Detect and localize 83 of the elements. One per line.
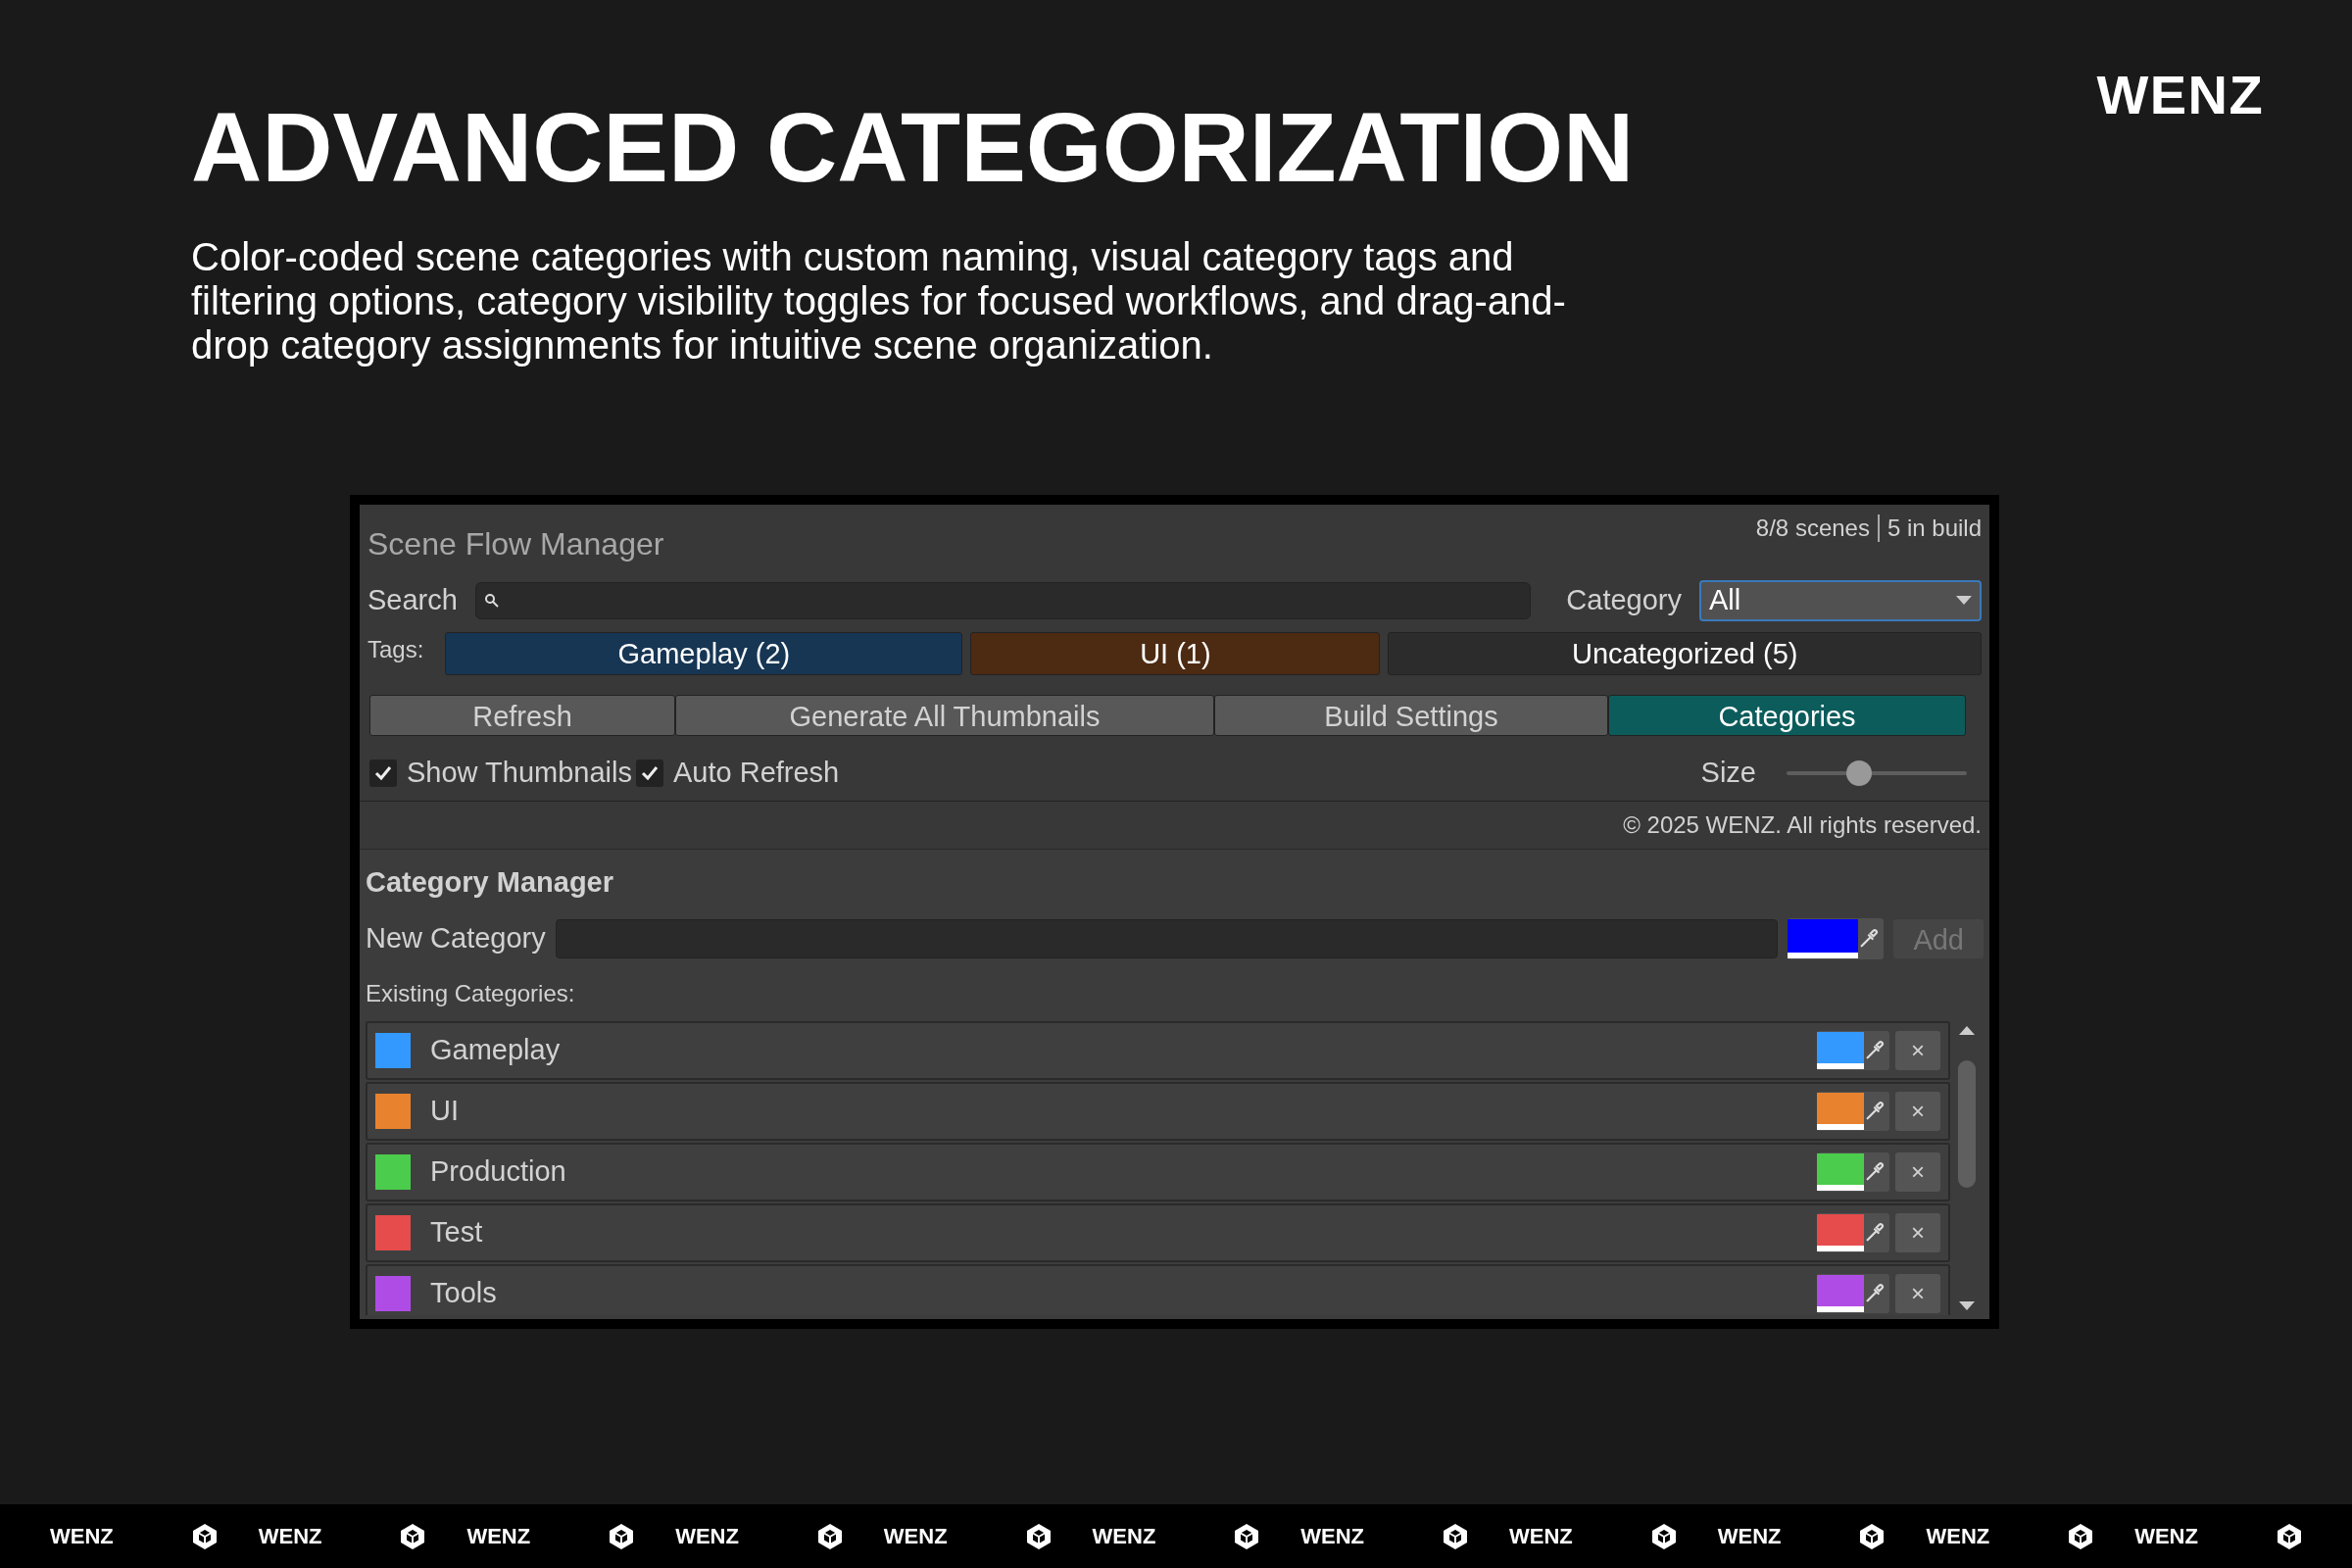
remove-button[interactable]: × [1895, 1212, 1940, 1252]
color-swatch[interactable] [1788, 918, 1859, 958]
cube-logo-icon [1025, 1522, 1052, 1550]
category-name: Test [430, 1214, 484, 1250]
scene-count: 8/8 scenes [1755, 514, 1870, 543]
description: Color-coded scene categories with custom naming, visual category tags and filtering options, category visibility toggles for focused workflows, and drag-and-drop category assignments for intuitive scene organization. [191, 235, 1567, 368]
headline: ADVANCED CATEGORIZATION [191, 98, 1636, 196]
eyedropper-icon[interactable] [1864, 1160, 1886, 1183]
search-field[interactable] [474, 581, 1532, 619]
cube-logo-icon [400, 1522, 426, 1550]
checkbox-label: Show Thumbnails [407, 755, 632, 790]
scrollbar-thumb[interactable] [1958, 1059, 1976, 1188]
new-category-field[interactable] [555, 918, 1779, 958]
search-label: Search [368, 583, 458, 617]
toolbar-button[interactable]: Refresh [369, 694, 675, 736]
remove-button[interactable]: × [1895, 1152, 1940, 1192]
window-title: Scene Flow Manager [368, 525, 664, 564]
cube-logo-icon [816, 1522, 843, 1550]
new-category-label: New Category [366, 921, 546, 956]
caret-icon [1956, 595, 1972, 606]
remove-button[interactable]: × [1895, 1273, 1940, 1313]
build-count: 5 in build [1886, 514, 1982, 543]
footer-logo: WENZ [1717, 1523, 1782, 1550]
footer-logo: WENZ [49, 1523, 114, 1550]
category-row[interactable]: Production × [366, 1142, 1950, 1201]
scroll-down-icon[interactable] [1959, 1300, 1975, 1311]
color-swatch[interactable] [1817, 1152, 1864, 1191]
toolbar-button[interactable]: Build Settings [1214, 694, 1608, 736]
category-label: Category [1566, 583, 1682, 617]
category-row[interactable]: Test × [366, 1202, 1950, 1262]
eyedropper-icon[interactable] [1864, 1282, 1886, 1304]
footer-logo: WENZ [1092, 1523, 1156, 1550]
toolbar-button[interactable]: Categories [1608, 694, 1966, 736]
footer-logo: WENZ [1926, 1523, 1990, 1550]
cube-logo-icon [609, 1522, 635, 1550]
existing-label: Existing Categories: [366, 978, 576, 1008]
footer-logo: WENZ [675, 1523, 739, 1550]
eyedropper-icon[interactable] [1864, 1039, 1886, 1061]
cube-logo-icon [1650, 1522, 1677, 1550]
footer-logo: WENZ [258, 1523, 322, 1550]
footer-logo: WENZ [883, 1523, 948, 1550]
toolbar-button[interactable]: Generate All Thumbnails [675, 694, 1214, 736]
checkbox-label: Auto Refresh [673, 755, 840, 790]
footer-logo: WENZ [1509, 1523, 1573, 1550]
cube-logo-icon [2068, 1522, 2094, 1550]
cube-logo-icon [2276, 1522, 2302, 1550]
tag-filter[interactable]: Uncategorized (5) [1388, 631, 1982, 675]
cube-logo-icon [191, 1522, 218, 1550]
checkbox[interactable] [636, 759, 663, 787]
color-swatch[interactable] [1817, 1092, 1864, 1130]
category-row[interactable]: Tools × [366, 1263, 1950, 1315]
search-icon [483, 592, 500, 609]
category-name: Tools [430, 1275, 498, 1310]
cube-logo-icon [1234, 1522, 1260, 1550]
remove-button[interactable]: × [1895, 1030, 1940, 1070]
category-name: UI [430, 1093, 460, 1128]
remove-button[interactable]: × [1895, 1091, 1940, 1131]
checkbox[interactable] [369, 759, 397, 787]
eyedropper-icon[interactable] [1864, 1221, 1886, 1244]
footer-logo: WENZ [466, 1523, 531, 1550]
size-label: Size [1700, 755, 1756, 790]
eyedropper-icon[interactable] [1858, 927, 1881, 950]
eyedropper-icon[interactable] [1864, 1100, 1886, 1122]
color-swatch[interactable] [1817, 1274, 1864, 1312]
category-name: Production [430, 1153, 567, 1189]
tag-filter[interactable]: UI (1) [970, 631, 1381, 675]
footer-logo: WENZ [2134, 1523, 2198, 1550]
color-swatch[interactable] [1817, 1031, 1864, 1069]
section-title: Category Manager [366, 864, 614, 900]
footer-logo: WENZ [1300, 1523, 1365, 1550]
category-dropdown[interactable]: All [1699, 579, 1982, 621]
cube-logo-icon [1443, 1522, 1469, 1550]
slider-thumb[interactable] [1845, 760, 1872, 786]
category-row[interactable]: UI × [366, 1081, 1950, 1141]
tag-filter[interactable]: Gameplay (2) [445, 631, 963, 675]
logo: WENZ [2096, 63, 2264, 127]
cube-logo-icon [1859, 1522, 1886, 1550]
category-row[interactable]: Gameplay × [366, 1020, 1950, 1080]
tags-label: Tags: [368, 634, 424, 664]
color-swatch[interactable] [1817, 1213, 1864, 1251]
category-name: Gameplay [430, 1032, 562, 1067]
copyright: © 2025 WENZ. All rights reserved. [1623, 809, 1982, 840]
scroll-up-icon[interactable] [1959, 1024, 1975, 1035]
